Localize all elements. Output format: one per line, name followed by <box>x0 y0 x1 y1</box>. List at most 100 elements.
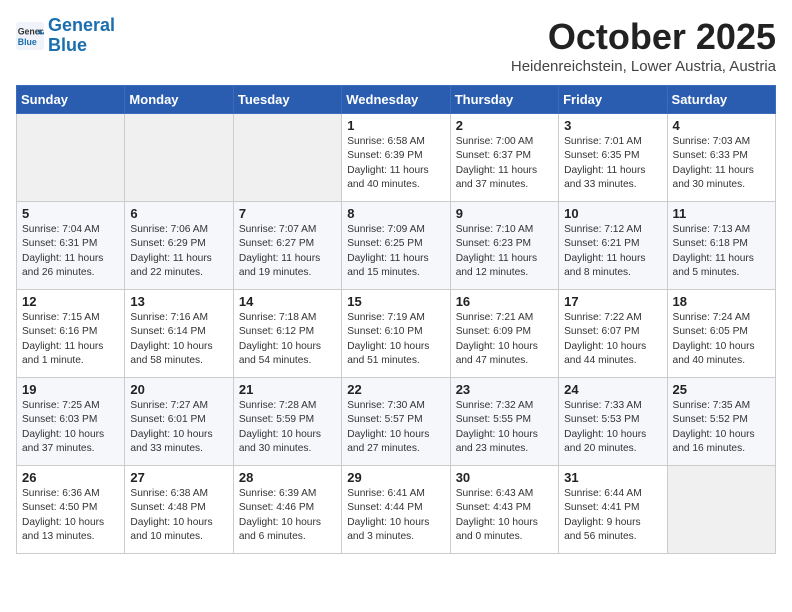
day-info: Sunrise: 6:58 AM Sunset: 6:39 PM Dayligh… <box>347 135 444 192</box>
logo: General Blue General Blue <box>16 16 115 56</box>
calendar-day-cell: 24Sunrise: 7:33 AM Sunset: 5:53 PM Dayli… <box>559 378 667 466</box>
weekday-header-cell: Saturday <box>667 86 775 114</box>
day-info: Sunrise: 7:06 AM Sunset: 6:29 PM Dayligh… <box>130 223 227 280</box>
day-info: Sunrise: 7:00 AM Sunset: 6:37 PM Dayligh… <box>456 135 553 192</box>
day-number: 18 <box>673 294 770 309</box>
day-info: Sunrise: 7:30 AM Sunset: 5:57 PM Dayligh… <box>347 399 444 456</box>
day-info: Sunrise: 7:15 AM Sunset: 6:16 PM Dayligh… <box>22 311 119 368</box>
month-title: October 2025 <box>511 16 776 58</box>
day-number: 13 <box>130 294 227 309</box>
calendar-day-cell: 25Sunrise: 7:35 AM Sunset: 5:52 PM Dayli… <box>667 378 775 466</box>
calendar-day-cell <box>17 114 125 202</box>
calendar-day-cell: 27Sunrise: 6:38 AM Sunset: 4:48 PM Dayli… <box>125 466 233 554</box>
title-area: October 2025 Heidenreichstein, Lower Aus… <box>511 16 776 75</box>
day-info: Sunrise: 6:39 AM Sunset: 4:46 PM Dayligh… <box>239 487 336 544</box>
calendar-day-cell: 6 Sunrise: 7:06 AM Sunset: 6:29 PM Daylig… <box>125 202 233 290</box>
calendar-week-row: 26 Sunrise: 6:36 AM Sunset: 4:50 PM Dayli… <box>17 466 776 554</box>
day-info: Sunrise: 7:32 AM Sunset: 5:55 PM Dayligh… <box>456 399 553 456</box>
day-number: 7 <box>239 206 336 221</box>
location-title: Heidenreichstein, Lower Austria, Austria <box>511 58 776 75</box>
day-number: 19 <box>22 382 119 397</box>
calendar-day-cell: 29Sunrise: 6:41 AM Sunset: 4:44 PM Dayli… <box>342 466 450 554</box>
calendar-day-cell: 12 Sunrise: 7:15 AM Sunset: 6:16 PM Dayli… <box>17 290 125 378</box>
calendar-day-cell: 16Sunrise: 7:21 AM Sunset: 6:09 PM Dayli… <box>450 290 558 378</box>
day-info: Sunrise: 7:09 AM Sunset: 6:25 PM Dayligh… <box>347 223 444 280</box>
day-number: 24 <box>564 382 661 397</box>
calendar-week-row: 19 Sunrise: 7:25 AM Sunset: 6:03 PM Dayli… <box>17 378 776 466</box>
day-info: Sunrise: 7:24 AM Sunset: 6:05 PM Dayligh… <box>673 311 770 368</box>
day-info: Sunrise: 6:36 AM Sunset: 4:50 PM Dayligh… <box>22 487 119 544</box>
calendar-day-cell: 28 Sunrise: 6:39 AM Sunset: 4:46 PM Dayli… <box>233 466 341 554</box>
logo-icon: General Blue <box>16 22 44 50</box>
weekday-header-cell: Tuesday <box>233 86 341 114</box>
calendar-day-cell: 22 Sunrise: 7:30 AM Sunset: 5:57 PM Dayli… <box>342 378 450 466</box>
calendar-week-row: 1 Sunrise: 6:58 AM Sunset: 6:39 PM Daylig… <box>17 114 776 202</box>
calendar-day-cell: 14 Sunrise: 7:18 AM Sunset: 6:12 PM Dayli… <box>233 290 341 378</box>
calendar-day-cell <box>125 114 233 202</box>
calendar-day-cell: 10 Sunrise: 7:12 AM Sunset: 6:21 PM Dayli… <box>559 202 667 290</box>
svg-text:Blue: Blue <box>18 37 37 47</box>
day-number: 31 <box>564 470 661 485</box>
day-info: Sunrise: 7:25 AM Sunset: 6:03 PM Dayligh… <box>22 399 119 456</box>
calendar-day-cell: 9Sunrise: 7:10 AM Sunset: 6:23 PM Daylig… <box>450 202 558 290</box>
day-number: 28 <box>239 470 336 485</box>
day-number: 9 <box>456 206 553 221</box>
calendar-day-cell: 2 Sunrise: 7:00 AM Sunset: 6:37 PM Daylig… <box>450 114 558 202</box>
day-info: Sunrise: 7:21 AM Sunset: 6:09 PM Dayligh… <box>456 311 553 368</box>
day-info: Sunrise: 6:38 AM Sunset: 4:48 PM Dayligh… <box>130 487 227 544</box>
header: General Blue General Blue October 2025 H… <box>16 16 776 75</box>
calendar-table: SundayMondayTuesdayWednesdayThursdayFrid… <box>16 85 776 554</box>
day-info: Sunrise: 7:18 AM Sunset: 6:12 PM Dayligh… <box>239 311 336 368</box>
weekday-header-cell: Friday <box>559 86 667 114</box>
day-number: 14 <box>239 294 336 309</box>
day-info: Sunrise: 7:12 AM Sunset: 6:21 PM Dayligh… <box>564 223 661 280</box>
day-number: 10 <box>564 206 661 221</box>
calendar-day-cell: 19 Sunrise: 7:25 AM Sunset: 6:03 PM Dayli… <box>17 378 125 466</box>
day-info: Sunrise: 7:01 AM Sunset: 6:35 PM Dayligh… <box>564 135 661 192</box>
day-number: 17 <box>564 294 661 309</box>
weekday-header-cell: Monday <box>125 86 233 114</box>
day-info: Sunrise: 7:04 AM Sunset: 6:31 PM Dayligh… <box>22 223 119 280</box>
calendar-day-cell: 7 Sunrise: 7:07 AM Sunset: 6:27 PM Daylig… <box>233 202 341 290</box>
calendar-week-row: 12 Sunrise: 7:15 AM Sunset: 6:16 PM Dayli… <box>17 290 776 378</box>
day-info: Sunrise: 6:43 AM Sunset: 4:43 PM Dayligh… <box>456 487 553 544</box>
calendar-day-cell: 18 Sunrise: 7:24 AM Sunset: 6:05 PM Dayli… <box>667 290 775 378</box>
calendar-day-cell <box>233 114 341 202</box>
calendar-day-cell: 17 Sunrise: 7:22 AM Sunset: 6:07 PM Dayli… <box>559 290 667 378</box>
calendar-day-cell: 4 Sunrise: 7:03 AM Sunset: 6:33 PM Daylig… <box>667 114 775 202</box>
day-number: 1 <box>347 118 444 133</box>
day-info: Sunrise: 7:22 AM Sunset: 6:07 PM Dayligh… <box>564 311 661 368</box>
day-number: 2 <box>456 118 553 133</box>
day-number: 4 <box>673 118 770 133</box>
calendar-day-cell: 3 Sunrise: 7:01 AM Sunset: 6:35 PM Daylig… <box>559 114 667 202</box>
day-info: Sunrise: 7:27 AM Sunset: 6:01 PM Dayligh… <box>130 399 227 456</box>
calendar-day-cell: 1 Sunrise: 6:58 AM Sunset: 6:39 PM Daylig… <box>342 114 450 202</box>
weekday-header-cell: Wednesday <box>342 86 450 114</box>
day-info: Sunrise: 6:44 AM Sunset: 4:41 PM Dayligh… <box>564 487 661 544</box>
day-number: 23 <box>456 382 553 397</box>
calendar-day-cell: 15 Sunrise: 7:19 AM Sunset: 6:10 PM Dayli… <box>342 290 450 378</box>
day-info: Sunrise: 7:07 AM Sunset: 6:27 PM Dayligh… <box>239 223 336 280</box>
day-number: 12 <box>22 294 119 309</box>
day-number: 25 <box>673 382 770 397</box>
day-number: 30 <box>456 470 553 485</box>
day-number: 22 <box>347 382 444 397</box>
calendar-day-cell: 20 Sunrise: 7:27 AM Sunset: 6:01 PM Dayli… <box>125 378 233 466</box>
weekday-header-cell: Thursday <box>450 86 558 114</box>
calendar-day-cell: 23 Sunrise: 7:32 AM Sunset: 5:55 PM Dayli… <box>450 378 558 466</box>
day-number: 8 <box>347 206 444 221</box>
calendar-day-cell: 8 Sunrise: 7:09 AM Sunset: 6:25 PM Daylig… <box>342 202 450 290</box>
day-info: Sunrise: 6:41 AM Sunset: 4:44 PM Dayligh… <box>347 487 444 544</box>
day-info: Sunrise: 7:19 AM Sunset: 6:10 PM Dayligh… <box>347 311 444 368</box>
day-number: 20 <box>130 382 227 397</box>
day-info: Sunrise: 7:28 AM Sunset: 5:59 PM Dayligh… <box>239 399 336 456</box>
calendar-day-cell: 13 Sunrise: 7:16 AM Sunset: 6:14 PM Dayli… <box>125 290 233 378</box>
day-info: Sunrise: 7:16 AM Sunset: 6:14 PM Dayligh… <box>130 311 227 368</box>
day-info: Sunrise: 7:03 AM Sunset: 6:33 PM Dayligh… <box>673 135 770 192</box>
day-number: 15 <box>347 294 444 309</box>
day-number: 3 <box>564 118 661 133</box>
day-number: 5 <box>22 206 119 221</box>
day-number: 26 <box>22 470 119 485</box>
day-number: 6 <box>130 206 227 221</box>
calendar-week-row: 5 Sunrise: 7:04 AM Sunset: 6:31 PM Daylig… <box>17 202 776 290</box>
